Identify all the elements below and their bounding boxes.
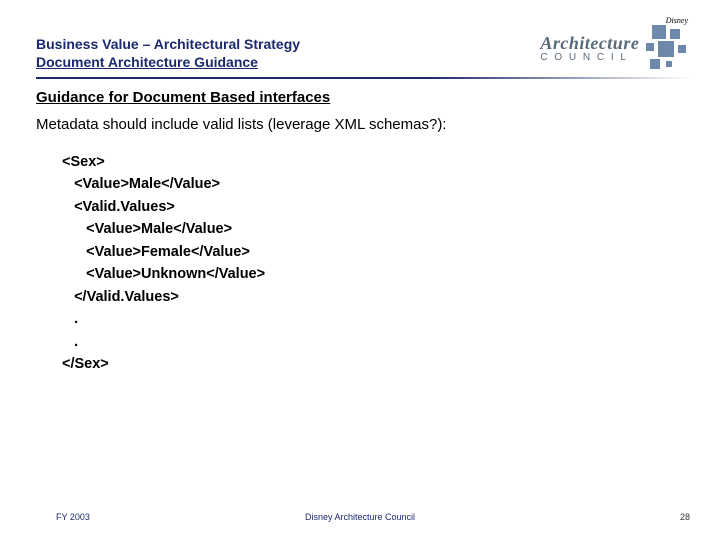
subheading: Guidance for Document Based interfaces (36, 89, 684, 106)
footer-left: FY 2003 (56, 512, 90, 522)
title-line-2: Document Architecture Guidance (36, 54, 300, 72)
squares-icon (646, 25, 692, 71)
lead-text: Metadata should include valid lists (lev… (36, 116, 684, 133)
slide-header: Business Value – Architectural Strategy … (0, 0, 720, 71)
slide-footer: FY 2003 Disney Architecture Council 28 (0, 512, 720, 522)
xml-example: <Sex> <Value>Male</Value> <Valid.Values>… (62, 151, 684, 376)
logo-text-block: Architecture C O U N C I L (540, 33, 642, 63)
logo-brand-small: Disney (666, 16, 688, 25)
slide-content: Guidance for Document Based interfaces M… (0, 79, 720, 376)
logo-main-row: Architecture C O U N C I L (540, 25, 692, 71)
footer-center: Disney Architecture Council (305, 512, 415, 522)
logo: Disney Architecture C O U N C I L (540, 16, 692, 71)
logo-word-council: C O U N C I L (540, 52, 628, 63)
title-block: Business Value – Architectural Strategy … (36, 36, 300, 71)
footer-right: 28 (680, 512, 690, 522)
title-line-1: Business Value – Architectural Strategy (36, 36, 300, 54)
logo-word-architecture: Architecture (540, 33, 642, 54)
